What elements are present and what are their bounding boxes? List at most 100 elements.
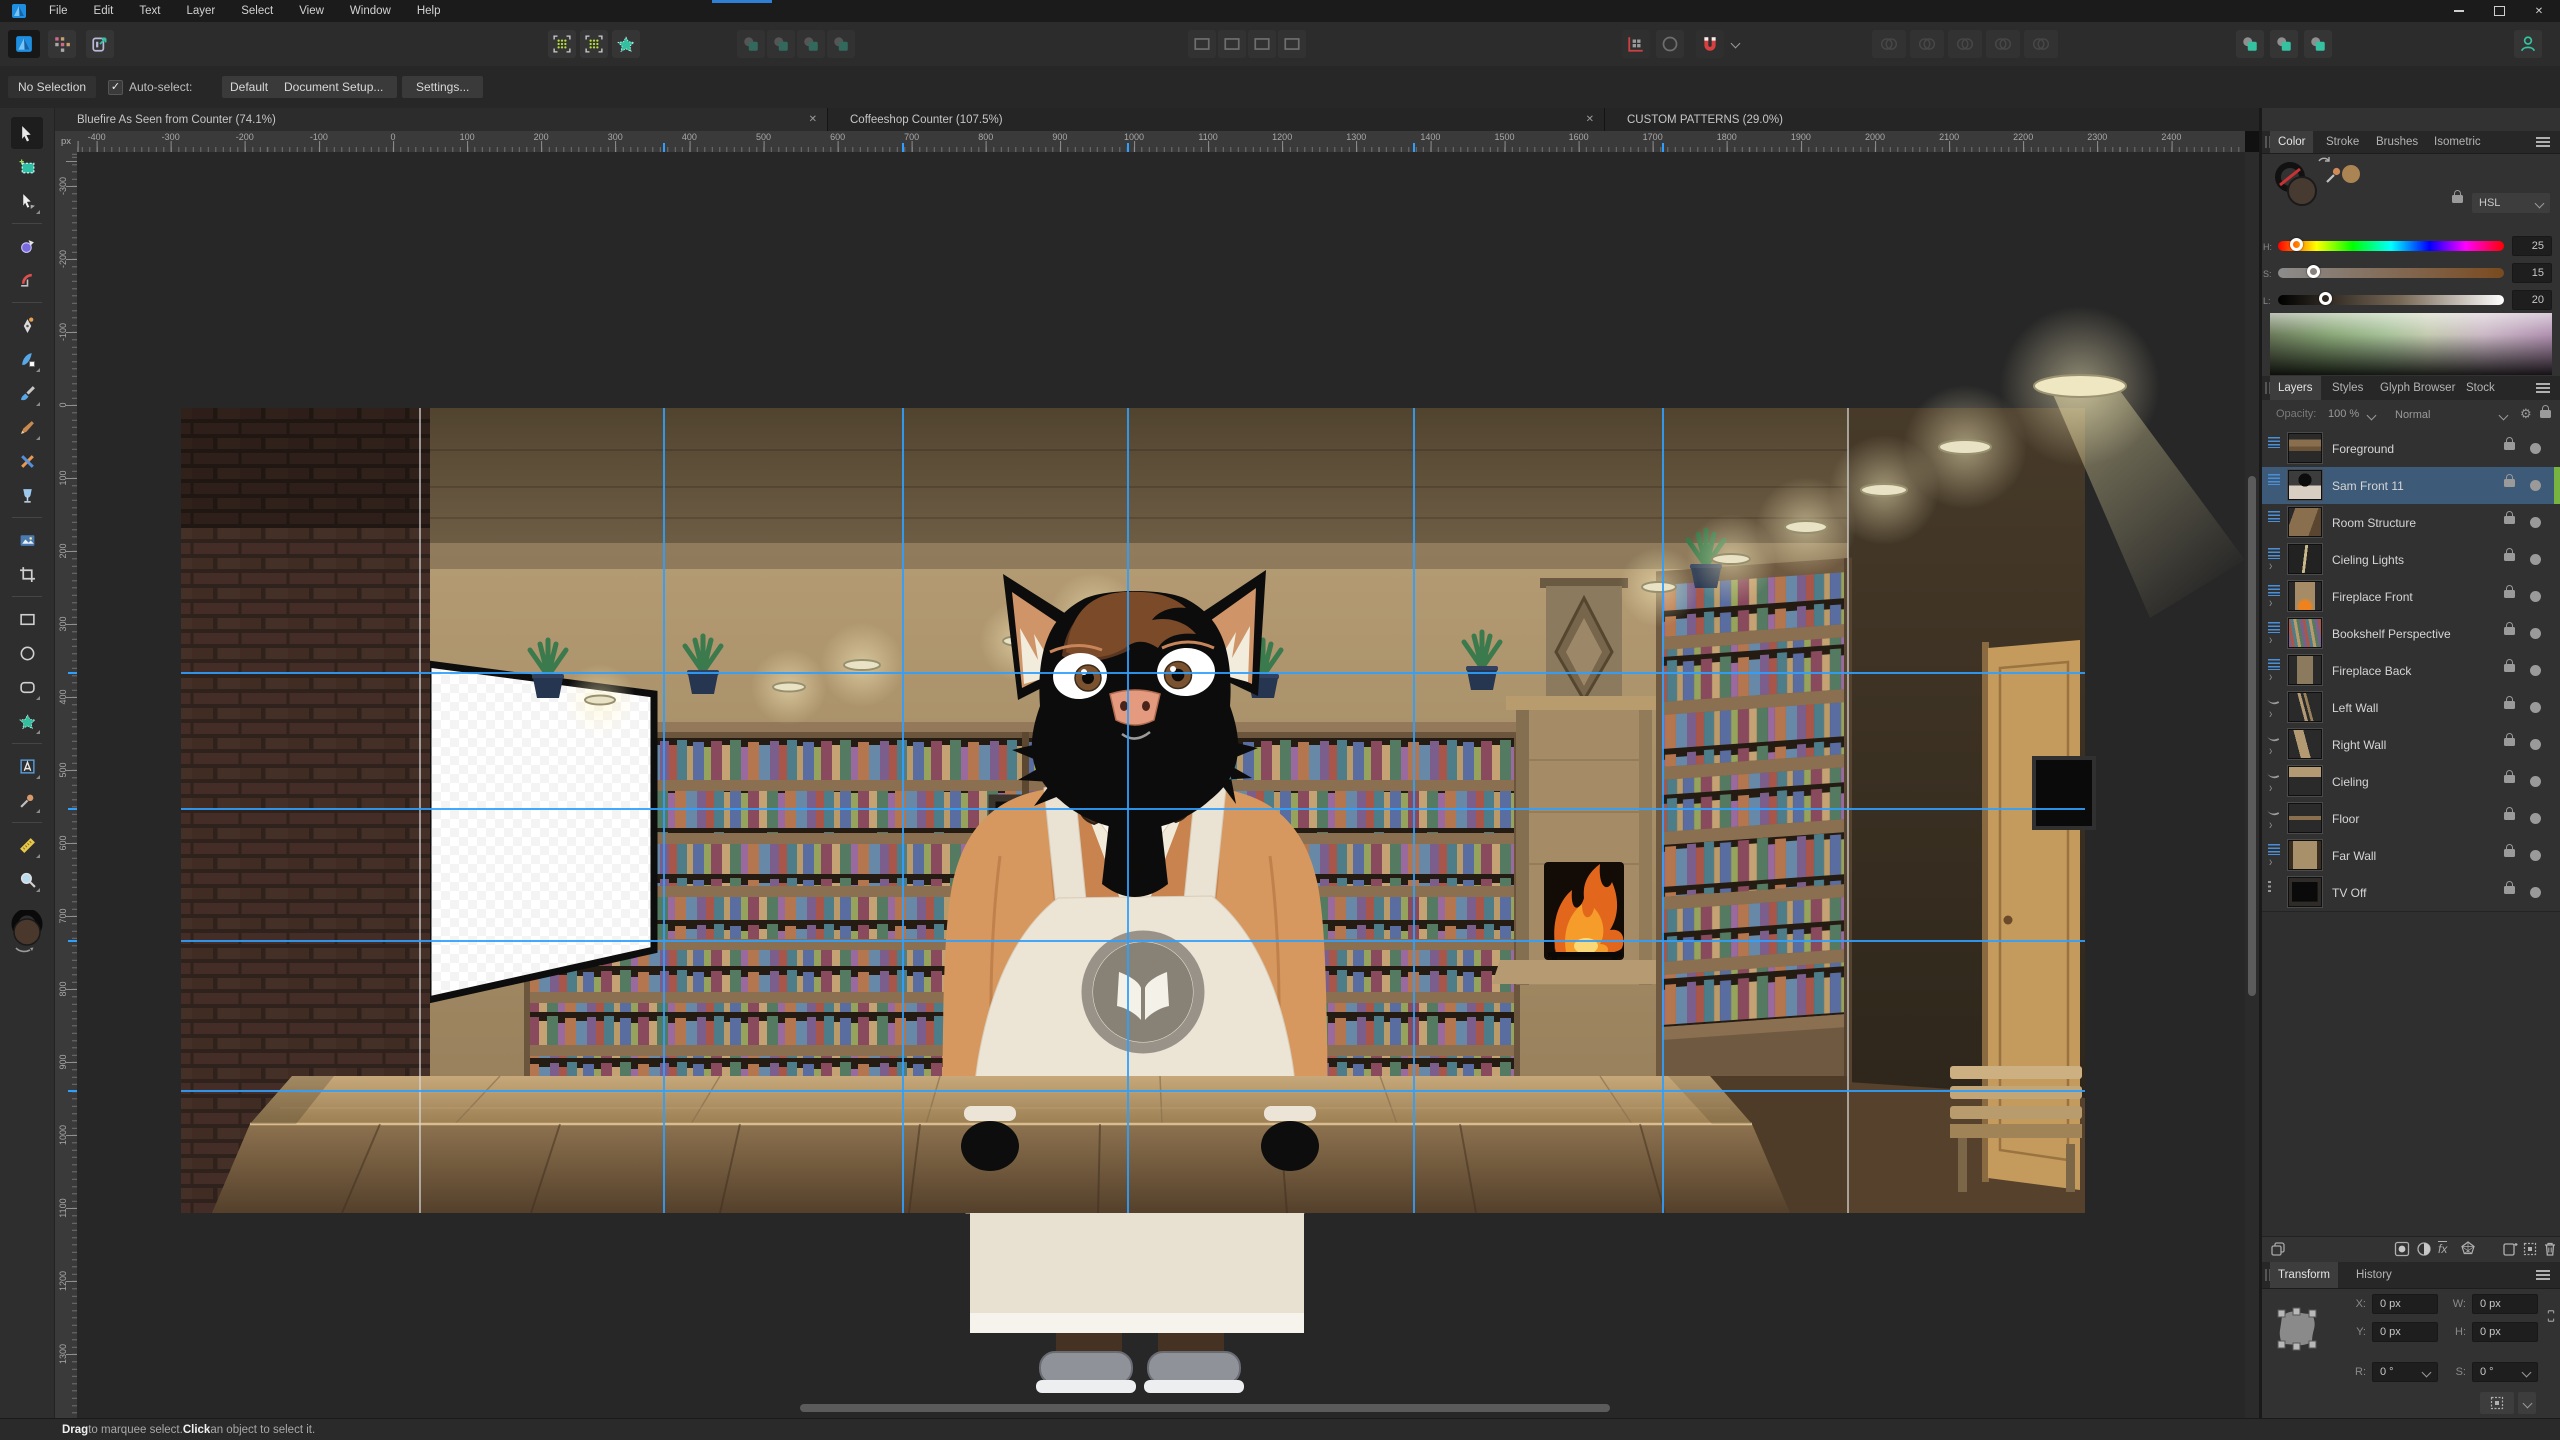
- back-one-button[interactable]: [767, 30, 795, 58]
- node-tool[interactable]: [11, 185, 43, 217]
- gradient-tool[interactable]: [11, 445, 43, 477]
- layer-visibility-dot[interactable]: [2530, 739, 2541, 750]
- color-picker-tool[interactable]: [11, 784, 43, 816]
- guide-horizontal[interactable]: [181, 808, 2085, 810]
- vertical-ruler[interactable]: -300-200-1000100200300400500600700800900…: [55, 152, 78, 1418]
- delete-layer-icon[interactable]: [2542, 1241, 2558, 1257]
- panel-grip[interactable]: [2265, 382, 2267, 394]
- layer-lock-icon[interactable]: [2504, 701, 2515, 709]
- export-persona-button[interactable]: [86, 30, 114, 58]
- blend-mode-dropdown[interactable]: Normal: [2388, 405, 2514, 425]
- layers-lock-icon[interactable]: [2540, 410, 2551, 418]
- slider-handle[interactable]: [2319, 292, 2332, 305]
- layer-thumbnail[interactable]: [2288, 877, 2322, 907]
- insert-behind-button[interactable]: [2236, 30, 2264, 58]
- s-value[interactable]: 15: [2512, 263, 2552, 283]
- edit-all-layers-icon[interactable]: [2270, 1241, 2286, 1257]
- layer-thumbnail[interactable]: [2288, 655, 2322, 685]
- layer-expand-arrow[interactable]: ›: [2269, 633, 2272, 648]
- layer-row-right-wall[interactable]: › Right Wall: [2262, 726, 2560, 764]
- vector-crop-tool[interactable]: [11, 558, 43, 590]
- guide-vertical[interactable]: [663, 408, 665, 1213]
- rotation-lock-button[interactable]: [1656, 30, 1684, 58]
- mesh-warp-icon[interactable]: [2460, 1241, 2476, 1257]
- layer-visibility-dot[interactable]: [2530, 480, 2541, 491]
- l-value[interactable]: 20: [2512, 290, 2552, 310]
- menu-select[interactable]: Select: [228, 0, 286, 22]
- layer-lock-icon[interactable]: [2504, 479, 2515, 487]
- menu-window[interactable]: Window: [337, 0, 404, 22]
- color-lock-icon[interactable]: [2452, 195, 2463, 203]
- x-field[interactable]: 0 px: [2372, 1294, 2438, 1314]
- menu-help[interactable]: Help: [404, 0, 454, 22]
- designer-persona-button[interactable]: [8, 30, 40, 58]
- layer-thumbnail[interactable]: [2288, 618, 2322, 648]
- add-layer-icon[interactable]: [2502, 1241, 2518, 1257]
- tab-glyph-browser[interactable]: Glyph Browser: [2372, 376, 2463, 400]
- transparency-tool[interactable]: [11, 479, 43, 511]
- layer-row-floor[interactable]: › Floor: [2262, 800, 2560, 838]
- forward-one-button[interactable]: [797, 30, 825, 58]
- boolean-intersect-button[interactable]: [1948, 30, 1982, 58]
- layer-row-fireplace-back[interactable]: › Fireplace Back: [2262, 652, 2560, 690]
- layer-visibility-dot[interactable]: [2530, 554, 2541, 565]
- l-slider[interactable]: [2278, 295, 2504, 305]
- auto-select-toggle[interactable]: ✓ Auto-select:: [108, 76, 192, 98]
- menu-text[interactable]: Text: [126, 0, 173, 22]
- layer-lock-icon[interactable]: [2504, 664, 2515, 672]
- tab-stroke[interactable]: Stroke: [2318, 131, 2367, 153]
- layer-visibility-dot[interactable]: [2530, 813, 2541, 824]
- layer-visibility-dot[interactable]: [2530, 591, 2541, 602]
- layer-visibility-dot[interactable]: [2530, 702, 2541, 713]
- layer-row-room-structure[interactable]: › Room Structure: [2262, 504, 2560, 542]
- color-dropper-icon[interactable]: [2324, 165, 2344, 185]
- layer-lock-icon[interactable]: [2504, 442, 2515, 450]
- tab-close-icon[interactable]: ✕: [1586, 114, 1594, 125]
- rounded-rectangle-tool[interactable]: [11, 671, 43, 703]
- account-button[interactable]: [2514, 30, 2542, 58]
- move-by-whole-pixels-button[interactable]: [548, 30, 576, 58]
- layer-thumbnail[interactable]: [2288, 692, 2322, 722]
- panel-grip[interactable]: [2265, 136, 2267, 148]
- move-to-back-button[interactable]: [737, 30, 765, 58]
- align-left-button[interactable]: [1188, 30, 1216, 58]
- snap-to-shape-button[interactable]: [612, 30, 640, 58]
- tab-transform[interactable]: Transform: [2270, 1262, 2338, 1288]
- layer-expand-arrow[interactable]: ›: [2269, 781, 2272, 796]
- layer-expand-arrow[interactable]: ›: [2269, 596, 2272, 611]
- layer-visibility-dot[interactable]: [2530, 517, 2541, 528]
- move-to-front-button[interactable]: [827, 30, 855, 58]
- layers-panel-menu-icon[interactable]: [2536, 383, 2550, 385]
- menu-edit[interactable]: Edit: [81, 0, 127, 22]
- layer-thumbnail[interactable]: [2288, 766, 2322, 796]
- document-tab-3[interactable]: CUSTOM PATTERNS (29.0%)✕: [1605, 108, 2360, 131]
- mask-layer-icon[interactable]: [2394, 1241, 2410, 1257]
- transform-panel-menu-icon[interactable]: [2536, 1270, 2550, 1272]
- layer-visibility-dot[interactable]: [2530, 887, 2541, 898]
- tab-history[interactable]: History: [2348, 1262, 2400, 1288]
- layer-lock-icon[interactable]: [2504, 886, 2515, 894]
- tab-close-icon[interactable]: ✕: [809, 114, 817, 125]
- guide-vertical[interactable]: [1127, 408, 1129, 1213]
- horizontal-scrollbar[interactable]: [800, 1404, 1610, 1412]
- layers-opacity-value[interactable]: 100 %: [2328, 408, 2359, 420]
- tab-color[interactable]: Color: [2270, 131, 2313, 153]
- h-slider[interactable]: [2278, 241, 2504, 251]
- document-tab-1[interactable]: Bluefire As Seen from Counter (74.1%)✕: [55, 108, 828, 131]
- layer-row-bookshelf-perspective[interactable]: › Bookshelf Perspective: [2262, 615, 2560, 653]
- layer-expand-arrow[interactable]: ›: [2269, 818, 2272, 833]
- s-field[interactable]: 0 °: [2472, 1362, 2538, 1382]
- layer-visibility-dot[interactable]: [2530, 776, 2541, 787]
- transform-origin-chevron[interactable]: [2518, 1392, 2536, 1414]
- layer-expand-arrow[interactable]: ›: [2269, 855, 2272, 870]
- layer-row-sam-front-11[interactable]: › Sam Front 11: [2262, 467, 2560, 505]
- measure-tool[interactable]: [11, 829, 43, 861]
- layer-row-cieling[interactable]: › Cieling: [2262, 763, 2560, 801]
- artboard-tool[interactable]: [11, 151, 43, 183]
- panel-grip[interactable]: [2265, 1269, 2267, 1281]
- color-spectrum[interactable]: [2270, 313, 2552, 375]
- vertical-scrollbar-track[interactable]: [2245, 152, 2259, 1418]
- pencil-tool[interactable]: [11, 411, 43, 443]
- layers-settings-gear-icon[interactable]: ⚙: [2520, 406, 2532, 422]
- s-slider[interactable]: [2278, 268, 2504, 278]
